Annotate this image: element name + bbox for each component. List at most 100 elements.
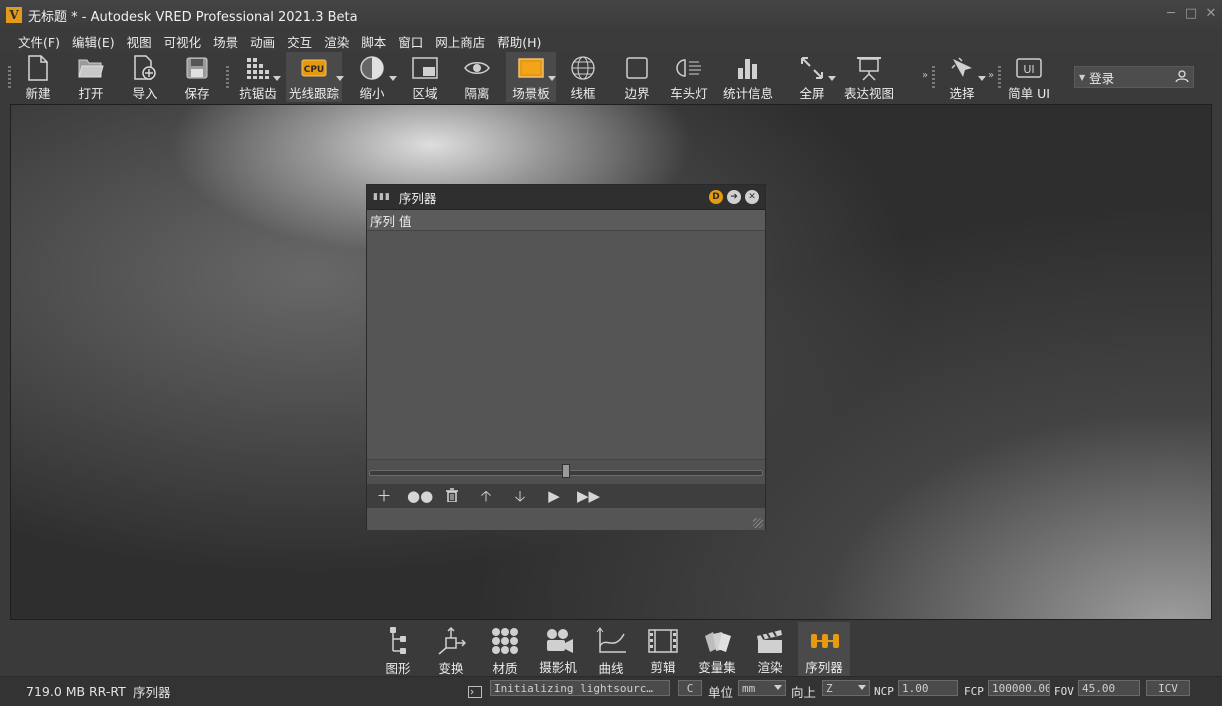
status-message[interactable]: Initializing lightsourc… bbox=[490, 680, 670, 696]
delete-icon[interactable] bbox=[441, 487, 463, 505]
ui-badge: UI bbox=[1023, 63, 1034, 76]
new-button[interactable]: 新建 bbox=[16, 52, 60, 102]
import-button[interactable]: 导入 bbox=[122, 52, 168, 102]
bounds-box-icon bbox=[622, 54, 652, 81]
dock-d-icon[interactable]: D bbox=[709, 190, 723, 204]
move-down-icon[interactable]: 🡣 bbox=[509, 488, 531, 504]
unit-select[interactable]: mm bbox=[738, 680, 786, 696]
render-button[interactable]: 渲染 bbox=[748, 622, 792, 676]
save-button[interactable]: 保存 bbox=[174, 52, 220, 102]
antialias-grid-icon bbox=[243, 54, 273, 81]
toolbar-grip[interactable] bbox=[8, 66, 11, 88]
login-combo[interactable]: ▼ 登录 bbox=[1074, 66, 1194, 88]
fov-label: FOV bbox=[1054, 685, 1074, 698]
close-icon[interactable]: ✕ bbox=[745, 190, 759, 204]
scene-plate-dropdown-icon[interactable] bbox=[548, 76, 556, 81]
menu-help[interactable]: 帮助(H) bbox=[497, 32, 541, 51]
fullscreen-dropdown-icon[interactable] bbox=[828, 76, 836, 81]
clips-label: 剪辑 bbox=[650, 660, 676, 675]
toolbar-overflow-icon[interactable]: » bbox=[922, 70, 928, 81]
headlight-button[interactable]: 车头灯 bbox=[666, 52, 712, 102]
close-icon[interactable]: ✕ bbox=[1204, 6, 1218, 21]
region-icon bbox=[410, 54, 440, 81]
variant-sets-button[interactable]: 变量集 bbox=[692, 622, 742, 676]
raytracing-button[interactable]: CPU 光线跟踪 bbox=[286, 52, 342, 102]
materials-button[interactable]: 材质 bbox=[482, 622, 528, 676]
minimize-icon[interactable]: ─ bbox=[1164, 6, 1178, 21]
sequence-slider[interactable] bbox=[367, 460, 765, 484]
shrink-dropdown-icon[interactable] bbox=[389, 76, 397, 81]
simple-ui-button[interactable]: UI 简单 UI bbox=[1004, 52, 1054, 102]
menu-visualization[interactable]: 可视化 bbox=[164, 32, 202, 51]
antialias-dropdown-icon[interactable] bbox=[273, 76, 281, 81]
menu-scene[interactable]: 场景 bbox=[213, 32, 238, 51]
scenegraph-icon bbox=[383, 626, 413, 656]
up-axis-select[interactable]: Z bbox=[822, 680, 870, 696]
sequence-list-header: 序列 值 bbox=[367, 210, 765, 231]
maximize-icon[interactable]: □ bbox=[1184, 6, 1198, 21]
bounds-button[interactable]: 边界 bbox=[614, 52, 660, 102]
column-sequence[interactable]: 序列 bbox=[370, 211, 395, 230]
play-all-icon[interactable]: ▶▶ bbox=[577, 488, 600, 504]
import-label: 导入 bbox=[132, 86, 158, 101]
record-icon[interactable]: ●● bbox=[407, 488, 433, 504]
wireframe-button[interactable]: 线框 bbox=[560, 52, 606, 102]
sequencer-title: 序列器 bbox=[398, 190, 437, 206]
c-button[interactable]: C bbox=[678, 680, 702, 696]
fov-input[interactable]: 45.00 bbox=[1078, 680, 1140, 696]
slider-knob[interactable] bbox=[562, 464, 570, 478]
menu-window[interactable]: 窗口 bbox=[398, 32, 423, 51]
column-value[interactable]: 值 bbox=[399, 211, 412, 230]
curves-button[interactable]: 曲线 bbox=[588, 622, 634, 676]
move-up-icon[interactable]: 🡡 bbox=[475, 488, 497, 504]
toolbar-grip[interactable] bbox=[932, 66, 935, 88]
unit-label: 单位 bbox=[708, 685, 734, 700]
raytracing-dropdown-icon[interactable] bbox=[336, 76, 344, 81]
isolate-button[interactable]: 隔离 bbox=[454, 52, 500, 102]
menu-animation[interactable]: 动画 bbox=[250, 32, 275, 51]
terminal-icon[interactable] bbox=[468, 677, 482, 706]
menu-store[interactable]: 网上商店 bbox=[435, 32, 485, 51]
active-module: 序列器 bbox=[133, 685, 171, 700]
graph-button[interactable]: 图形 bbox=[376, 622, 420, 676]
window-controls: ─ □ ✕ bbox=[1164, 6, 1218, 21]
menu-render[interactable]: 渲染 bbox=[324, 32, 349, 51]
menu-scripts[interactable]: 脚本 bbox=[361, 32, 386, 51]
module-dock: 图形 变换 材质 摄影机 曲线 剪辑 变量集 渲染 序列器 bbox=[0, 622, 1222, 676]
fcp-input[interactable]: 100000.00 bbox=[988, 680, 1050, 696]
play-icon[interactable]: ▶ bbox=[543, 488, 565, 504]
toolbar-grip[interactable] bbox=[226, 66, 229, 88]
presentation-button[interactable]: 表达视图 bbox=[842, 52, 896, 102]
camera-button[interactable]: 摄影机 bbox=[534, 622, 582, 676]
sequence-list[interactable] bbox=[367, 231, 765, 460]
ncp-label: NCP bbox=[874, 685, 894, 698]
simple-ui-icon: UI bbox=[1014, 54, 1044, 81]
region-button[interactable]: 区域 bbox=[402, 52, 448, 102]
undock-arrow-icon[interactable]: ➜ bbox=[727, 190, 741, 204]
ncp-input[interactable]: 1.00 bbox=[898, 680, 958, 696]
up-axis-dropdown-icon bbox=[858, 685, 866, 690]
menu-view[interactable]: 视图 bbox=[127, 32, 152, 51]
transform-button[interactable]: 变换 bbox=[428, 622, 474, 676]
toolbar-grip[interactable] bbox=[998, 66, 1001, 88]
drag-handle-icon[interactable]: ▮▮▮ bbox=[373, 192, 391, 202]
add-icon[interactable]: ＋ bbox=[373, 488, 395, 504]
sequencer-header[interactable]: ▮▮▮ 序列器 D ➜ ✕ bbox=[367, 185, 765, 210]
menu-file[interactable]: 文件(F) bbox=[18, 32, 60, 51]
fullscreen-label: 全屏 bbox=[799, 86, 825, 101]
menu-interaction[interactable]: 交互 bbox=[287, 32, 312, 51]
title-bar: V 无标题 * - Autodesk VRED Professional 202… bbox=[0, 0, 1222, 30]
select-dropdown-icon[interactable] bbox=[978, 76, 986, 81]
half-circle-icon bbox=[357, 54, 387, 81]
presentation-easel-icon bbox=[854, 54, 884, 81]
toolbar-overflow-icon[interactable]: » bbox=[988, 70, 994, 81]
statistics-button[interactable]: 统计信息 bbox=[720, 52, 776, 102]
open-button[interactable]: 打开 bbox=[68, 52, 114, 102]
resize-grip-icon[interactable] bbox=[753, 518, 763, 528]
menu-edit[interactable]: 编辑(E) bbox=[72, 32, 115, 51]
sequencer-dock-button[interactable]: 序列器 bbox=[798, 622, 850, 676]
clips-button[interactable]: 剪辑 bbox=[640, 622, 686, 676]
icv-button[interactable]: ICV bbox=[1146, 680, 1190, 696]
up-axis-label: 向上 bbox=[791, 685, 817, 700]
login-dropdown-icon: ▼ bbox=[1079, 72, 1086, 82]
